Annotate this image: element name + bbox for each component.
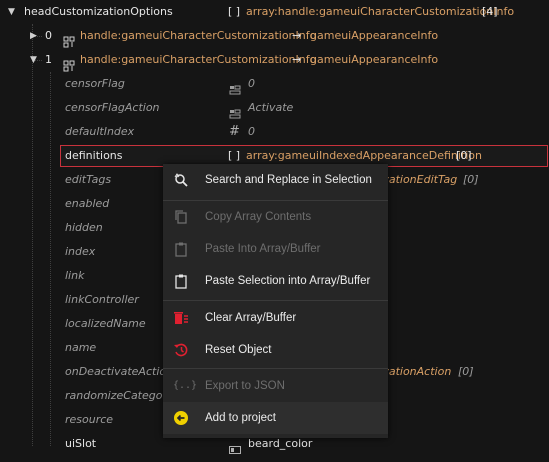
copy-icon (175, 210, 187, 224)
array-count: [4] (482, 5, 498, 18)
field-name: enabled (65, 197, 110, 210)
menu-item-copy-array[interactable]: Copy Array Contents (163, 201, 388, 233)
menu-label: Export to JSON (205, 380, 285, 392)
clipboard-icon (175, 274, 187, 289)
array-count: [0] (458, 365, 474, 378)
menu-separator (163, 368, 388, 369)
menu-item-export-json[interactable]: {..} Export to JSON (163, 370, 388, 402)
search-replace-icon (174, 173, 188, 187)
menu-label: Reset Object (205, 344, 272, 356)
menu-item-reset-object[interactable]: Reset Object (163, 334, 388, 366)
menu-label: Clear Array/Buffer (205, 312, 297, 324)
tree-row-item-1[interactable]: ▼ 1 handle:gameuiCharacterCustomizationI… (0, 48, 549, 72)
hash-icon: # (229, 124, 240, 139)
json-icon: {..} (173, 380, 198, 391)
menu-item-clear-array[interactable]: Clear Array/Buffer (163, 302, 388, 334)
menu-label: Paste Selection into Array/Buffer (205, 275, 371, 287)
tree-row-item-0[interactable]: ▶ 0 handle:gameuiCharacterCustomizationI… (0, 24, 549, 48)
field-name: definitions (65, 149, 123, 162)
item-index: 1 (45, 53, 52, 66)
handle-type: handle:gameuiCharacterCustomizationInfo (80, 29, 317, 42)
field-name: onDeactivateActions (65, 365, 179, 378)
chevron-down-icon[interactable]: ▼ (8, 0, 15, 24)
field-name: defaultIndex (65, 125, 135, 138)
field-name: editTags (65, 173, 112, 186)
chevron-down-icon[interactable]: ▼ (30, 48, 37, 72)
menu-label: Search and Replace in Selection (205, 174, 372, 186)
chevron-right-icon[interactable]: ▶ (30, 24, 37, 48)
clipboard-icon (175, 242, 187, 257)
context-menu: Search and Replace in Selection Copy Arr… (163, 164, 388, 438)
field-name: hidden (65, 221, 103, 234)
menu-label: Add to project (205, 412, 276, 424)
field-name: localizedName (65, 317, 146, 330)
menu-label: Copy Array Contents (205, 211, 312, 223)
field-name: randomizeCategory (65, 389, 174, 402)
arrow-icon: → (292, 29, 302, 42)
field-name: name (65, 341, 97, 354)
reset-icon (174, 343, 188, 357)
field-row-defaultIndex[interactable]: defaultIndex # 0 (0, 120, 549, 144)
arrow-icon: → (292, 53, 302, 66)
target-type: gameuiAppearanceInfo (310, 53, 439, 66)
array-icon: [ ] (228, 5, 241, 18)
array-count: [0] (456, 149, 472, 162)
field-type: izationEditTag (380, 173, 458, 186)
target-type: gameuiAppearanceInfo (310, 29, 439, 42)
field-name: uiSlot (65, 437, 97, 450)
field-type: izationAction (380, 365, 452, 378)
field-row-censorFlag[interactable]: censorFlag 0 (0, 72, 549, 96)
property-type: array:handle:gameuiCharacterCustomizatio… (246, 5, 515, 18)
tree-row-root[interactable]: ▼ headCustomizationOptions [ ] array:han… (0, 0, 549, 24)
cname-icon (229, 438, 241, 462)
field-row-censorFlagAction[interactable]: censorFlagAction Activate (0, 96, 549, 120)
field-value: Activate (248, 101, 294, 114)
menu-label: Paste Into Array/Buffer (205, 243, 321, 255)
menu-item-paste-selection[interactable]: Paste Selection into Array/Buffer (163, 265, 388, 297)
field-name: resource (65, 413, 114, 426)
property-name: headCustomizationOptions (24, 5, 173, 18)
field-value: 0 (248, 125, 255, 138)
field-value: 0 (248, 77, 255, 90)
clear-list-icon (174, 312, 188, 324)
add-to-project-icon (174, 411, 188, 425)
field-name: linkController (65, 293, 139, 306)
menu-item-paste-into[interactable]: Paste Into Array/Buffer (163, 233, 388, 265)
field-name: censorFlagAction (65, 101, 160, 114)
menu-separator (163, 300, 388, 301)
field-name: index (65, 245, 96, 258)
array-count: [0] (463, 173, 479, 186)
field-name: link (65, 269, 85, 282)
field-name: censorFlag (65, 77, 125, 90)
menu-item-search-replace[interactable]: Search and Replace in Selection (163, 164, 388, 196)
item-index: 0 (45, 29, 52, 42)
menu-item-add-project[interactable]: Add to project (163, 402, 388, 434)
handle-type: handle:gameuiCharacterCustomizationInfo (80, 53, 317, 66)
